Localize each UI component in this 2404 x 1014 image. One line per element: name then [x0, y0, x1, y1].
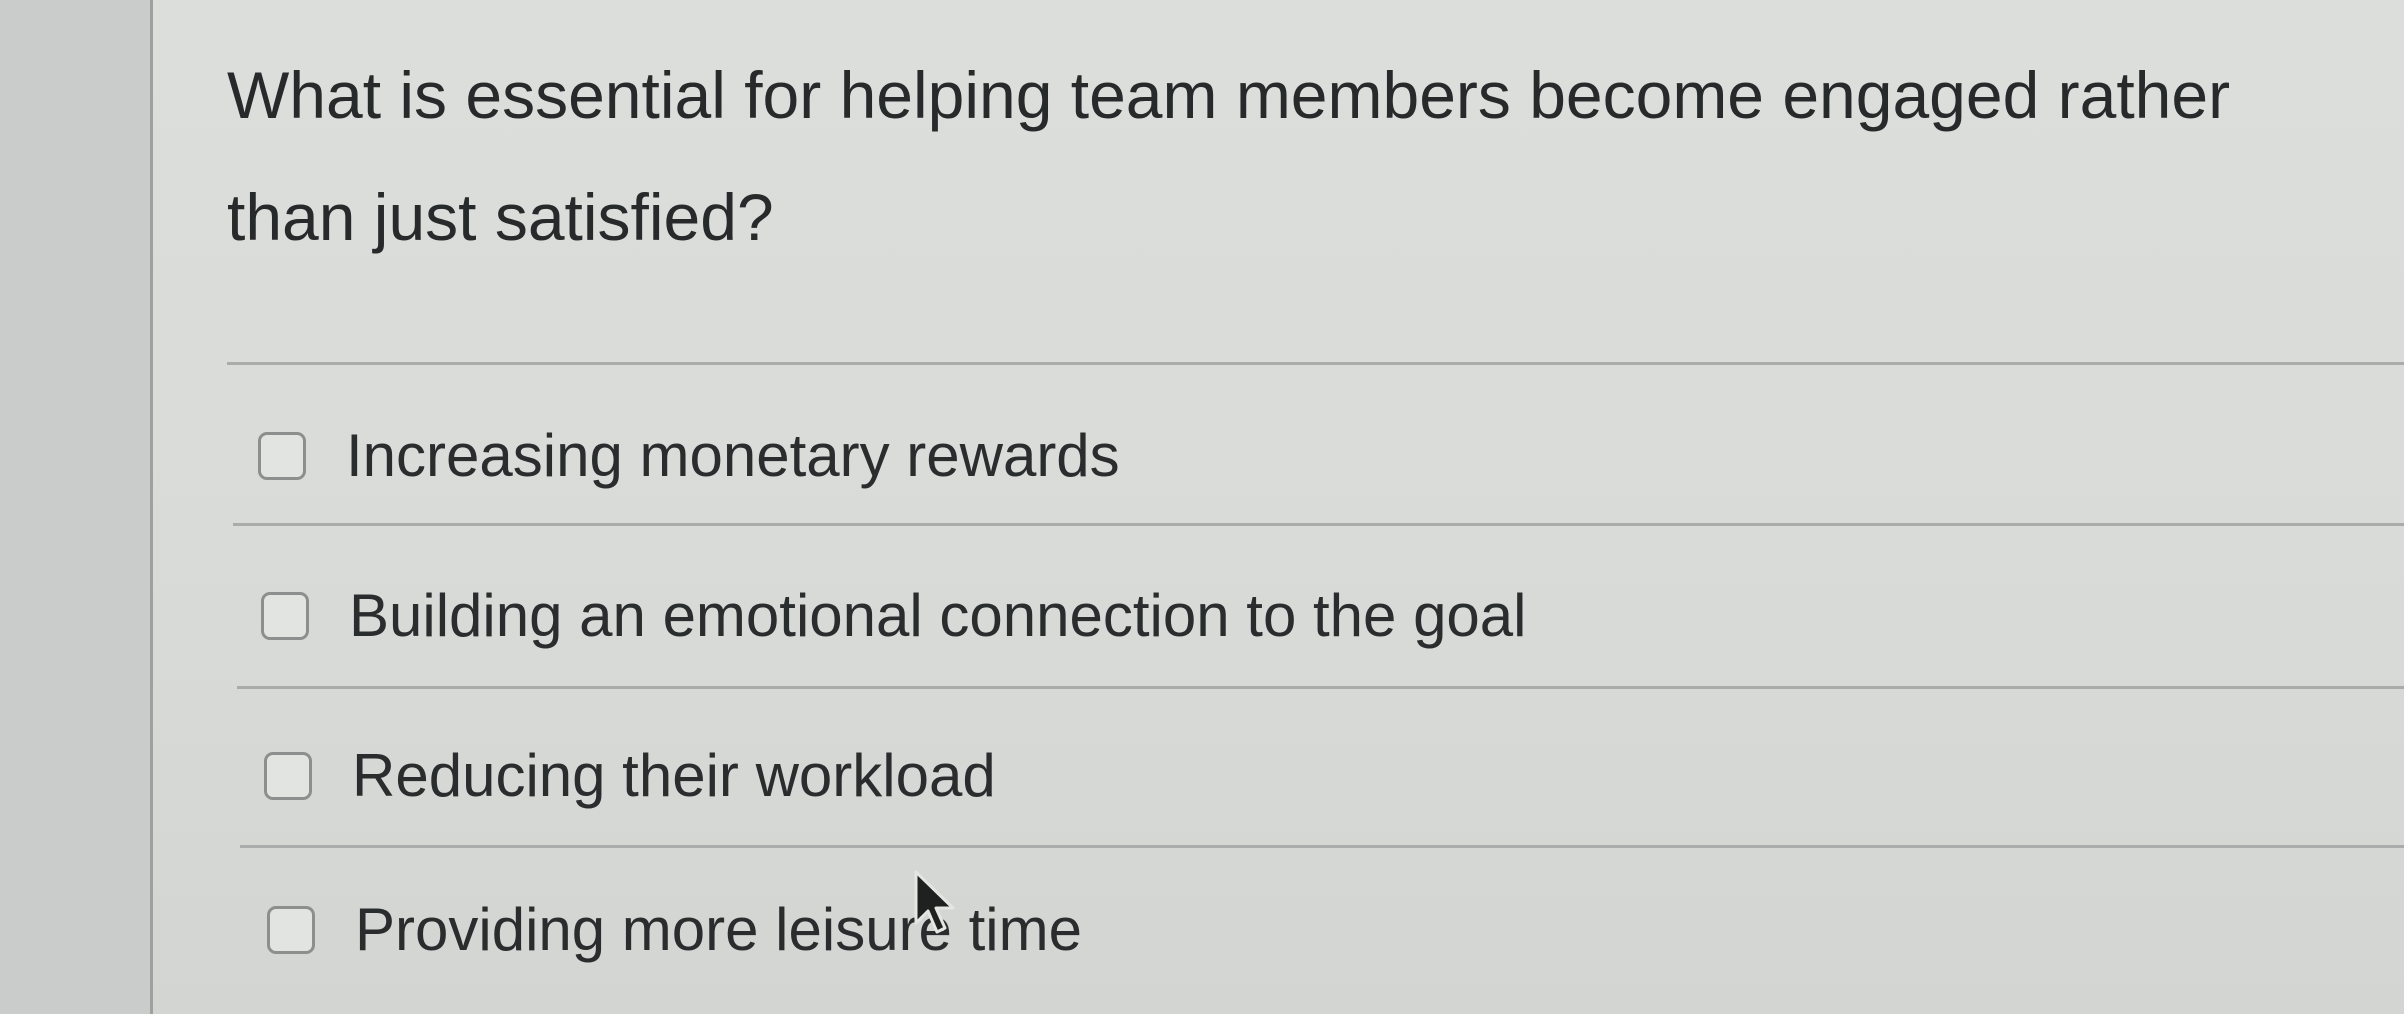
quiz-panel: What is essential for helping team membe… [153, 0, 2404, 1014]
divider [233, 523, 2404, 526]
option-checkbox[interactable] [258, 432, 306, 480]
question-text: What is essential for helping team membe… [227, 58, 2231, 254]
option-label: Building an emotional connection to the … [349, 582, 1527, 649]
divider [240, 845, 2404, 848]
divider [237, 686, 2404, 689]
option-increasing-monetary-rewards[interactable]: Increasing monetary rewards [258, 401, 1120, 511]
option-providing-leisure-time[interactable]: Providing more leisure time [267, 875, 1082, 985]
option-label: Increasing monetary rewards [346, 422, 1120, 489]
arrow-pointer-icon [914, 870, 955, 934]
divider [227, 362, 2404, 365]
option-checkbox[interactable] [264, 752, 312, 800]
option-building-emotional-connection[interactable]: Building an emotional connection to the … [261, 561, 1527, 671]
option-checkbox[interactable] [267, 906, 315, 954]
option-label: Providing more leisure time [355, 896, 1082, 963]
option-checkbox[interactable] [261, 592, 309, 640]
left-margin [0, 0, 150, 1014]
option-label: Reducing their workload [352, 742, 996, 809]
option-reducing-workload[interactable]: Reducing their workload [264, 721, 996, 831]
